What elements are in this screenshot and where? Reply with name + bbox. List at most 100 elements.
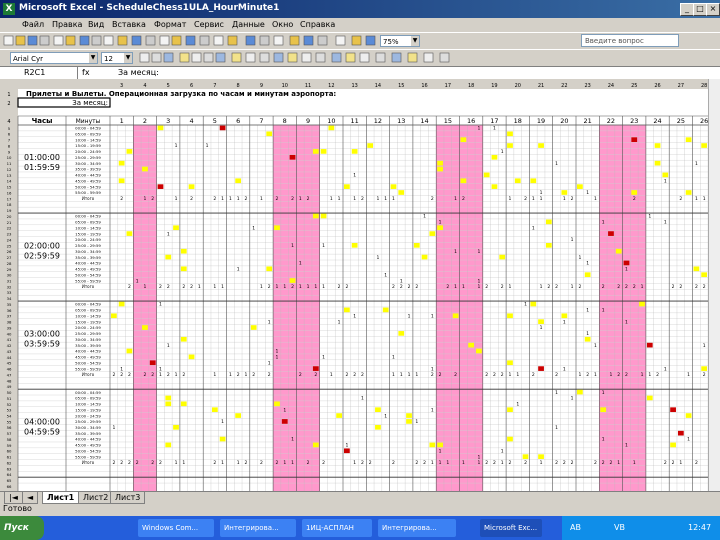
- total-count: 1: [563, 196, 566, 202]
- menu-tools[interactable]: Сервис: [194, 20, 224, 29]
- flight-marker: [266, 266, 273, 272]
- flight-marker: [507, 143, 513, 148]
- flight-marker: [584, 336, 591, 342]
- row-number: 37: [7, 314, 12, 319]
- total-count: 1: [283, 460, 286, 466]
- minute-range: 50:00 - 54:59: [75, 184, 101, 189]
- minimize-button[interactable]: _: [680, 3, 694, 16]
- total-count: 2: [353, 372, 356, 378]
- row-number: 19: [7, 208, 12, 213]
- flight-marker: [320, 149, 327, 154]
- flight-count: 1: [516, 402, 519, 408]
- tray-lang-2[interactable]: VB: [614, 516, 625, 540]
- worksheet-svg[interactable]: 3 4 5 6 7 8 9 10 11 12 13 14 15 16 17 18 19 20 21 22 23 24 25 2…: [0, 79, 708, 491]
- toolbar-icon: [317, 35, 328, 46]
- flight-count: 1: [361, 396, 364, 402]
- menu-edit[interactable]: Правка: [52, 20, 82, 29]
- month-label: За месяц:: [72, 99, 108, 107]
- column-header-label: 8: [237, 83, 240, 89]
- close-button[interactable]: ×: [706, 3, 720, 16]
- standard-toolbar-icons[interactable]: [0, 33, 720, 49]
- menu-format[interactable]: Формат: [154, 20, 186, 29]
- total-count: 1: [392, 196, 395, 202]
- flight-marker: [312, 213, 319, 219]
- worksheet-grid[interactable]: 3 4 5 6 7 8 9 10 11 12 13 14 15 16 17 18 19 20 21 22 23 24 25 2…: [0, 79, 708, 491]
- total-count: 1: [509, 196, 512, 202]
- menu-window[interactable]: Окно: [272, 20, 293, 29]
- chevron-down-icon[interactable]: ▼: [411, 36, 419, 46]
- title-bar[interactable]: X Microsoft Excel - ScheduleChess1ULA_Ho…: [0, 0, 720, 18]
- excel-app-icon[interactable]: X: [3, 3, 15, 15]
- format-icon: [273, 52, 284, 63]
- task-1ic-asplan[interactable]: 1ИЦ-АСПЛАН: [302, 519, 372, 537]
- menu-help[interactable]: Справка: [300, 20, 335, 29]
- system-tray: AB VB 12:47: [562, 516, 720, 540]
- row-number: 34: [7, 296, 12, 301]
- total-count: 1: [633, 460, 636, 466]
- total-count: 2: [167, 284, 170, 290]
- total-count: 2: [237, 372, 240, 378]
- row-number: 39: [7, 325, 12, 330]
- flight-marker: [623, 260, 630, 266]
- row-number: 56: [7, 425, 12, 430]
- task-integrated-2[interactable]: Интегрирова...: [378, 519, 456, 537]
- total-count: 1: [175, 196, 178, 202]
- flight-count: 1: [586, 190, 589, 196]
- menu-insert[interactable]: Вставка: [112, 20, 146, 29]
- flight-count: 1: [555, 425, 558, 431]
- total-count: 2: [695, 460, 698, 466]
- fx-icon[interactable]: fx: [82, 67, 112, 79]
- name-box[interactable]: R2C1: [0, 67, 78, 79]
- flight-count: 1: [625, 319, 628, 325]
- formatting-toolbar-icons[interactable]: [0, 50, 720, 66]
- day-header: 1: [120, 117, 124, 125]
- zoom-select[interactable]: 75% ▼: [380, 35, 420, 47]
- day-header: 10: [327, 117, 335, 125]
- day-header: 21: [584, 117, 592, 125]
- menu-view[interactable]: Вид: [88, 20, 104, 29]
- task-microsoft-excel[interactable]: Microsoft Exc...: [480, 519, 542, 537]
- column-header-label: 11: [305, 83, 311, 89]
- flight-marker: [188, 354, 195, 360]
- total-count: 1: [695, 196, 698, 202]
- start-button[interactable]: Пуск: [0, 516, 44, 540]
- vertical-scrollbar[interactable]: [708, 79, 720, 491]
- column-header-label: 19: [491, 83, 497, 89]
- flight-count: 1: [431, 366, 434, 372]
- column-header-label: 10: [282, 83, 288, 89]
- flight-marker: [685, 190, 692, 195]
- total-count: 1: [276, 284, 279, 290]
- column-header-label: 16: [421, 83, 427, 89]
- maximize-button[interactable]: □: [693, 3, 707, 16]
- flight-marker: [274, 401, 280, 407]
- flight-marker: [344, 307, 350, 313]
- formula-content[interactable]: За месяц:: [118, 67, 159, 79]
- menu-data[interactable]: Данные: [232, 20, 265, 29]
- flight-marker: [165, 442, 172, 448]
- flight-marker: [631, 137, 638, 143]
- status-bar: Готово: [0, 503, 720, 515]
- total-count: 1: [594, 372, 597, 378]
- flight-marker: [639, 301, 645, 307]
- column-header-label: 18: [468, 83, 474, 89]
- toolbar-icon: [3, 35, 14, 46]
- flight-count: 1: [384, 272, 387, 278]
- row-number: 57: [7, 431, 12, 436]
- day-header: 22: [607, 117, 615, 125]
- flight-count: 1: [338, 319, 341, 325]
- flight-marker: [545, 219, 552, 225]
- total-count: 1: [540, 196, 543, 202]
- total-count: 1: [283, 284, 286, 290]
- task-windows-commander[interactable]: Windows Com...: [138, 519, 214, 537]
- task-integrated-1[interactable]: Интегрирова...: [220, 519, 296, 537]
- row-number: 54: [7, 414, 12, 419]
- tray-lang-1[interactable]: AB: [570, 516, 581, 540]
- day-header: 7: [259, 117, 263, 125]
- minute-range: 15:00 - 19:59: [75, 319, 101, 324]
- menu-file[interactable]: Файл: [22, 20, 44, 29]
- total-count: 2: [190, 196, 193, 202]
- row-number: 12: [7, 167, 12, 172]
- format-icon: [391, 52, 402, 63]
- flight-marker: [654, 160, 661, 166]
- total-count: 2: [586, 372, 589, 378]
